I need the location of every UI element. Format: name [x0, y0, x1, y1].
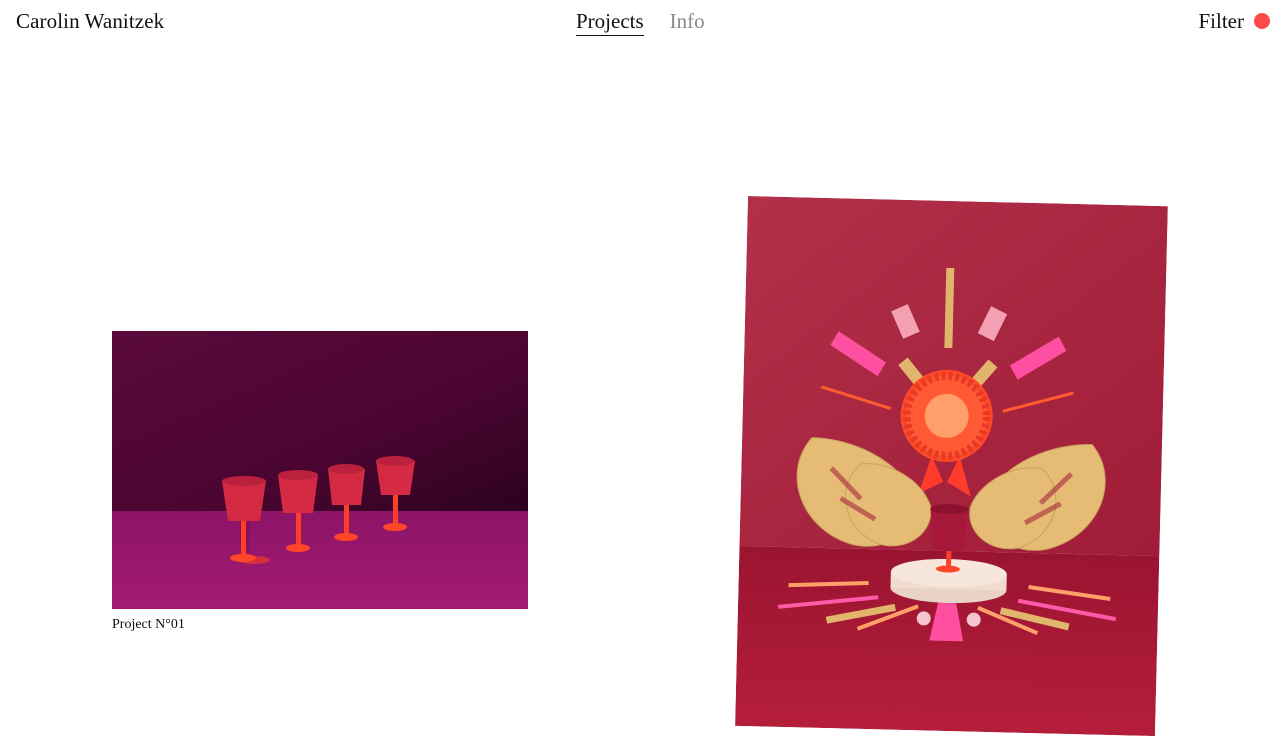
nav-projects-link[interactable]: Projects [576, 8, 644, 36]
filter-label: Filter [1198, 9, 1245, 33]
project-01-caption: Project N°01 [112, 617, 185, 632]
site-header: Carolin Wanitzek Projects Info Filter [0, 0, 1280, 44]
project-01-thumbnail[interactable] [112, 331, 528, 609]
site-title-link[interactable]: Carolin Wanitzek [16, 8, 164, 34]
filter-button[interactable]: Filter [1198, 8, 1270, 34]
project-card-02[interactable] [735, 196, 1168, 736]
project-02-thumbnail[interactable] [735, 196, 1168, 736]
project-card-01[interactable]: Project N°01 [112, 331, 528, 633]
filter-dot-icon [1254, 13, 1270, 29]
main-nav: Projects Info [576, 8, 705, 36]
nav-info-link[interactable]: Info [670, 8, 705, 36]
